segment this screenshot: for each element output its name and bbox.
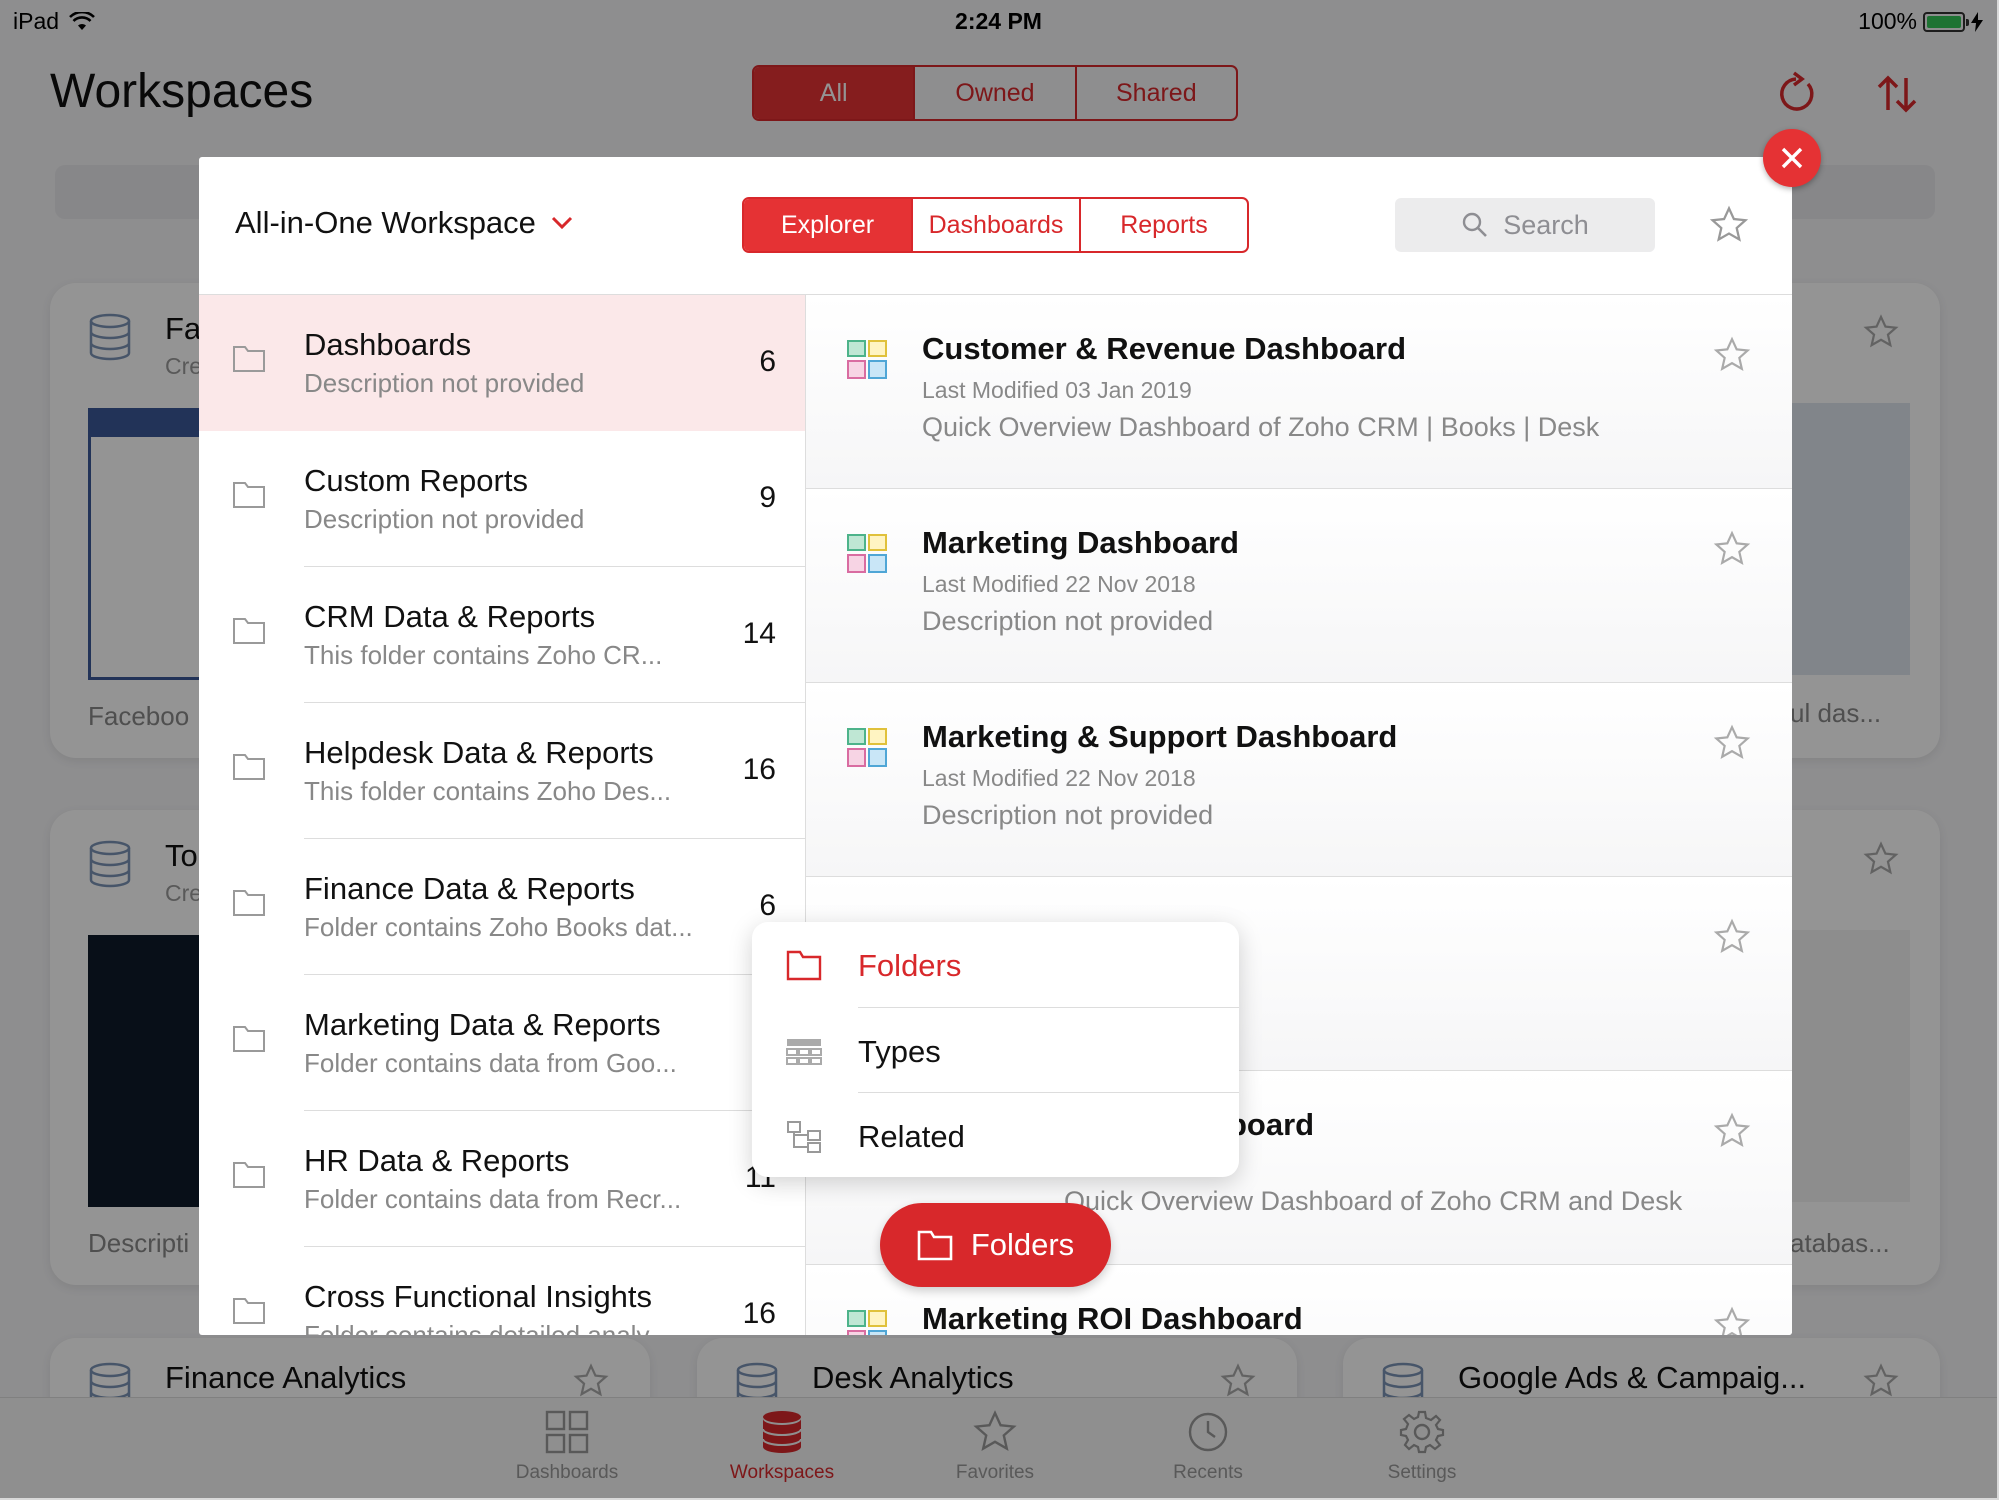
dashboard-description: Quick Overview Dashboard of Zoho CRM and… [1064, 1186, 1683, 1216]
popover-item-related[interactable]: Related [752, 1093, 1239, 1178]
folder-name: CRM Data & Reports [304, 599, 596, 634]
star-icon[interactable] [1712, 723, 1752, 763]
folder-row[interactable]: Helpdesk Data & Reports This folder cont… [199, 703, 805, 839]
folder-row[interactable]: Marketing Data & Reports Folder contains… [199, 975, 805, 1111]
folder-count: 14 [742, 617, 776, 650]
folder-row[interactable]: Custom Reports Description not provided … [199, 431, 805, 567]
folder-row[interactable]: Cross Functional Insights Folder contain… [199, 1247, 805, 1335]
folder-icon [233, 482, 265, 508]
folder-icon [233, 1162, 265, 1188]
popover-label: Related [858, 1119, 965, 1154]
dashboard-description: Description not provided [922, 606, 1214, 636]
folder-icon [917, 1230, 953, 1261]
dashboard-title: board [1228, 1107, 1315, 1142]
dashboard-title: Marketing & Support Dashboard [922, 719, 1398, 754]
search-icon [1463, 212, 1488, 237]
folder-count: 9 [759, 481, 776, 514]
chevron-down-icon [551, 216, 572, 230]
dashboard-modified: Last Modified 22 Nov 2018 [922, 765, 1196, 791]
search-placeholder: Search [1503, 209, 1589, 240]
workspace-name: All-in-One Workspace [235, 205, 536, 240]
folder-description: Folder contains data from Recr... [304, 1184, 682, 1214]
modal-header: All-in-One Workspace Explorer Dashboards… [199, 157, 1792, 293]
folder-name: Finance Data & Reports [304, 871, 635, 906]
dashboard-row[interactable]: Customer & Revenue Dashboard Last Modifi… [806, 295, 1792, 489]
folder-icon [786, 950, 822, 981]
folder-name: Helpdesk Data & Reports [304, 735, 654, 770]
folder-description: Folder contains detailed analy... [304, 1320, 670, 1335]
folder-name: Marketing Data & Reports [304, 1007, 661, 1042]
popover-item-types[interactable]: Types [752, 1008, 1239, 1093]
view-switcher: Explorer Dashboards Reports [742, 197, 1249, 253]
dashboard-icon [847, 534, 887, 573]
folders-toggle-button[interactable]: Folders [880, 1203, 1111, 1287]
group-by-popover: Folders Types Related [752, 922, 1239, 1177]
folder-count: 16 [742, 1297, 776, 1330]
folder-list: Dashboards Description not provided 6 Cu… [199, 294, 806, 1335]
folder-description: Folder contains Zoho Books dat... [304, 912, 693, 942]
folder-row[interactable]: HR Data & Reports Folder contains data f… [199, 1111, 805, 1247]
popover-label: Types [858, 1034, 941, 1069]
folder-description: This folder contains Zoho Des... [304, 776, 672, 806]
dashboard-row[interactable]: Marketing & Support Dashboard Last Modif… [806, 683, 1792, 877]
folder-description: Description not provided [304, 504, 585, 534]
dashboard-row[interactable]: Marketing Dashboard Last Modified 22 Nov… [806, 489, 1792, 683]
close-icon [1781, 147, 1803, 169]
folder-description: Description not provided [304, 368, 585, 398]
folder-icon [233, 1026, 265, 1052]
dashboard-icon [847, 728, 887, 767]
tab-dashboards[interactable]: Dashboards [911, 199, 1079, 251]
dashboard-list: Customer & Revenue Dashboard Last Modifi… [806, 294, 1792, 1335]
search-input[interactable]: Search [1395, 198, 1655, 252]
folder-icon [233, 1298, 265, 1324]
folder-icon [233, 754, 265, 780]
workspace-selector[interactable]: All-in-One Workspace [235, 205, 576, 241]
popover-label: Folders [858, 948, 962, 983]
folder-name: Dashboards [304, 327, 472, 362]
folder-name: Cross Functional Insights [304, 1279, 653, 1314]
tab-reports[interactable]: Reports [1079, 199, 1247, 251]
ipad-screen: iPad 2:24 PM 100% Workspaces All Owned S… [0, 0, 1999, 1500]
star-icon[interactable] [1712, 1111, 1752, 1151]
dashboard-description: Quick Overview Dashboard of Zoho CRM | B… [922, 412, 1600, 442]
folder-icon [233, 890, 265, 916]
star-icon[interactable] [1712, 1305, 1752, 1335]
tab-explorer[interactable]: Explorer [744, 199, 911, 251]
folder-description: Folder contains data from Goo... [304, 1048, 677, 1078]
related-icon [787, 1121, 821, 1153]
popover-item-folders[interactable]: Folders [752, 922, 1239, 1007]
dashboard-title: Marketing ROI Dashboard [922, 1301, 1303, 1335]
dashboard-icon [847, 1310, 887, 1335]
close-button[interactable] [1763, 129, 1821, 187]
dashboard-description: Description not provided [922, 800, 1214, 830]
folder-row[interactable]: CRM Data & Reports This folder contains … [199, 567, 805, 703]
folder-name: HR Data & Reports [304, 1143, 570, 1178]
star-icon[interactable] [1708, 204, 1750, 246]
star-icon[interactable] [1712, 917, 1752, 957]
folder-name: Custom Reports [304, 463, 528, 498]
folder-count: 6 [759, 889, 776, 922]
folders-toggle-label: Folders [970, 1227, 1075, 1262]
folder-icon [233, 346, 265, 372]
dashboard-title: Customer & Revenue Dashboard [922, 331, 1407, 366]
types-grid-icon [786, 1039, 822, 1065]
dashboard-modified: Last Modified 03 Jan 2019 [922, 377, 1192, 403]
folder-count: 16 [742, 753, 776, 786]
folder-description: This folder contains Zoho CR... [304, 640, 663, 670]
folder-row[interactable]: Finance Data & Reports Folder contains Z… [199, 839, 805, 975]
dashboard-icon [847, 340, 887, 379]
folder-count: 6 [759, 345, 776, 378]
folder-icon [233, 618, 265, 644]
star-icon[interactable] [1712, 335, 1752, 375]
star-icon[interactable] [1712, 529, 1752, 569]
folder-row[interactable]: Dashboards Description not provided 6 [199, 295, 805, 431]
dashboard-modified: Last Modified 22 Nov 2018 [922, 571, 1196, 597]
dashboard-title: Marketing Dashboard [922, 525, 1239, 560]
